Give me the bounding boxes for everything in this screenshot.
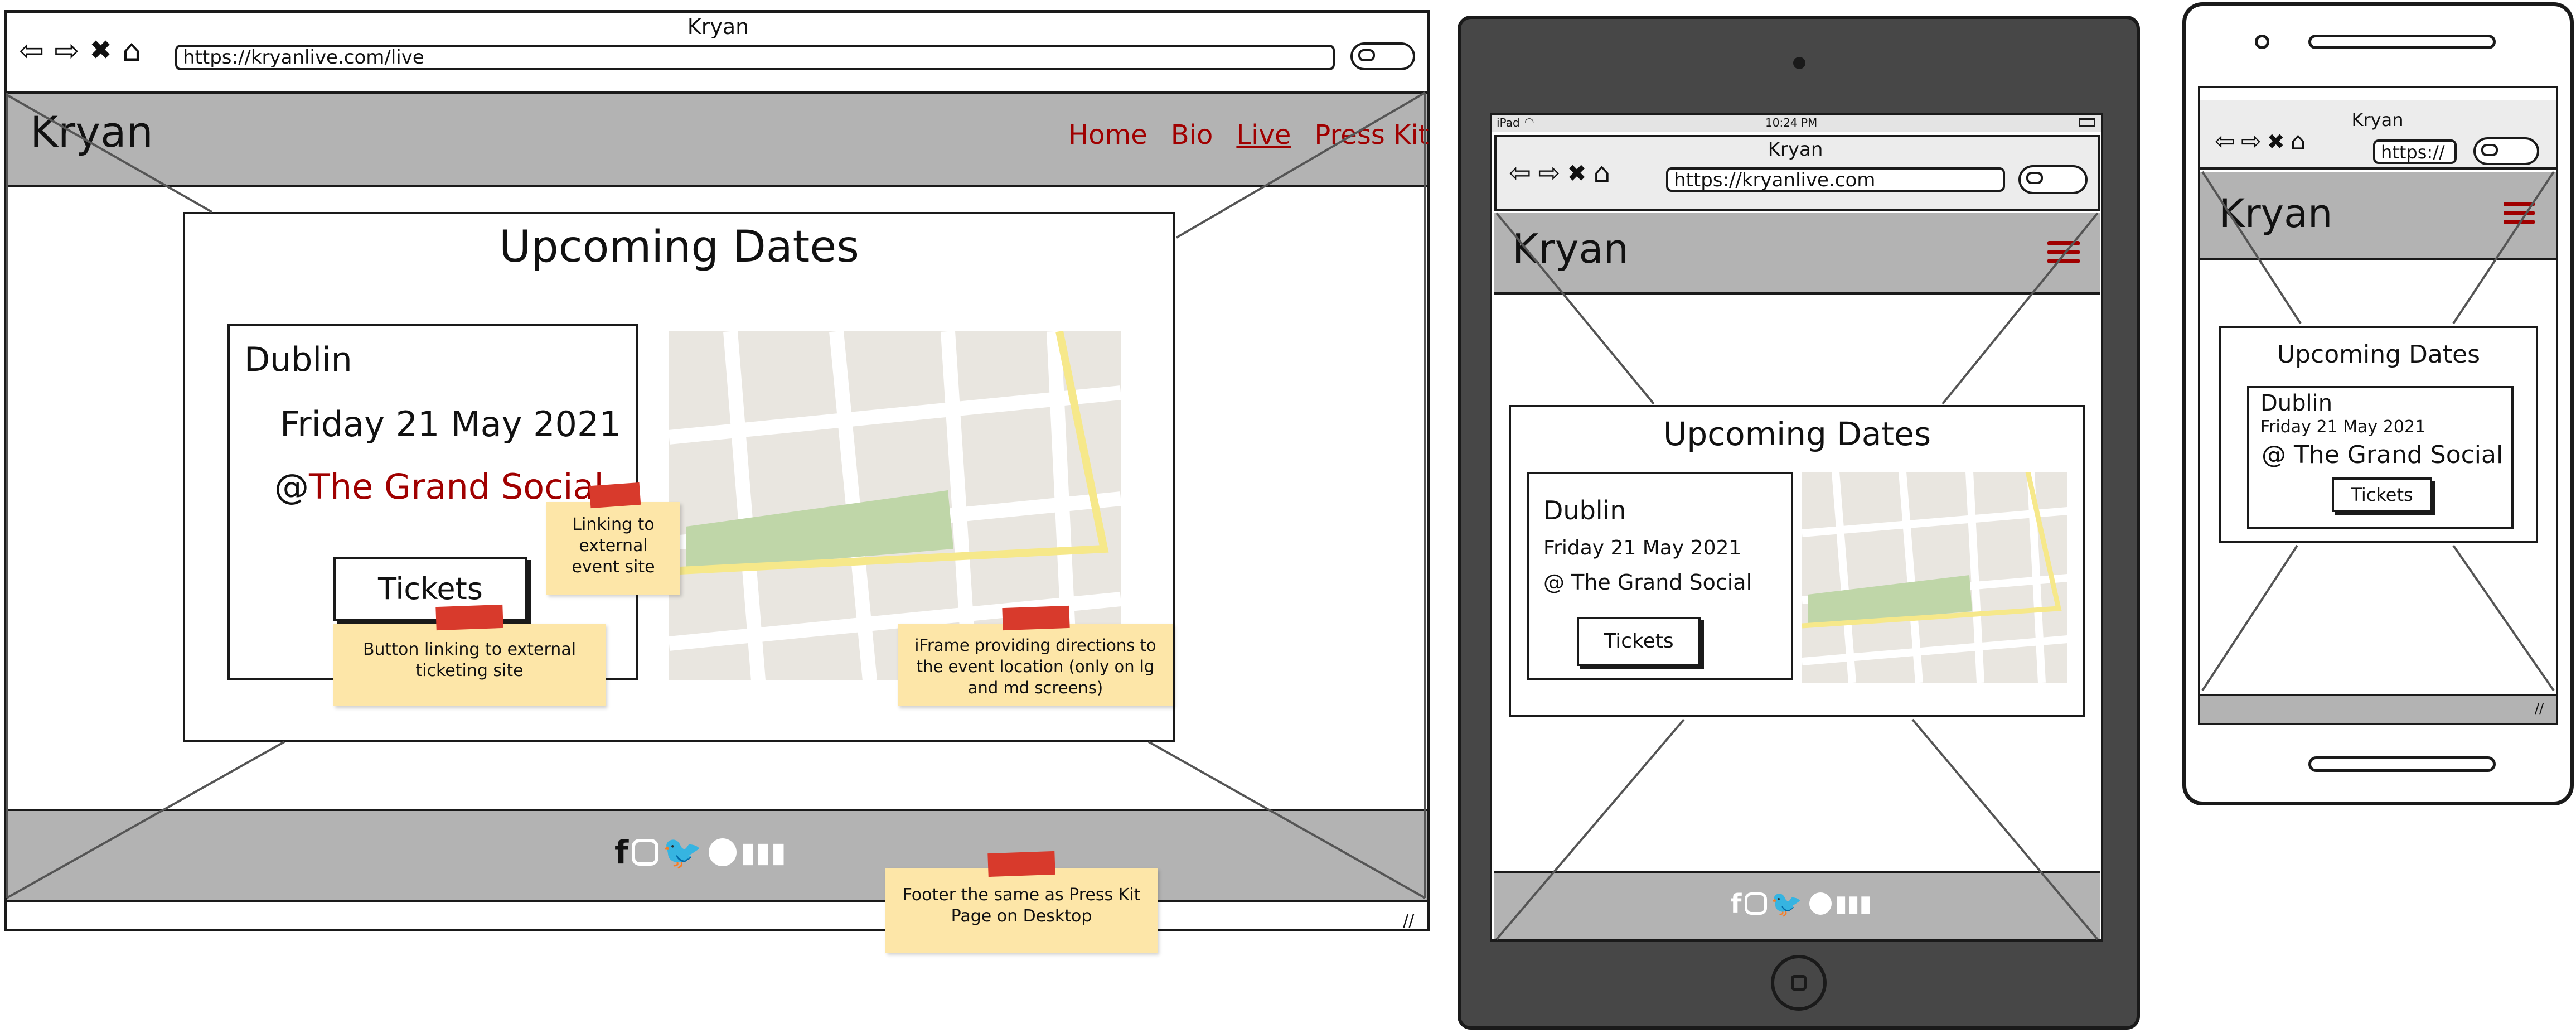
tablet-status-bar: iPad ◠ 10:24 PM	[1492, 115, 2101, 132]
phone-address-bar[interactable]: https://	[2373, 139, 2457, 164]
tape-strip	[987, 851, 1055, 877]
at-symbol: @	[274, 466, 309, 507]
browser-nav-controls: ⇦ ⇨ ✖ ⌂	[19, 33, 141, 68]
home-icon[interactable]: ⌂	[122, 33, 141, 68]
nav-live[interactable]: Live	[1236, 119, 1291, 151]
phone-hamburger-menu-icon[interactable]	[2504, 202, 2535, 229]
event-venue-line: @The Grand Social	[274, 466, 604, 507]
spotify-icon[interactable]	[1809, 892, 1832, 915]
back-icon[interactable]: ⇦	[2215, 127, 2235, 156]
search-field[interactable]	[1350, 42, 1415, 70]
browser-title: Kryan	[687, 15, 749, 39]
forward-icon[interactable]: ⇨	[1538, 157, 1560, 189]
nav-home[interactable]: Home	[1068, 119, 1147, 151]
brand-logo[interactable]: Kryan	[30, 107, 153, 157]
tablet-address-bar[interactable]: https://kryanlive.com	[1666, 167, 2005, 192]
section-title: Upcoming Dates	[499, 222, 859, 272]
tablet-social-icons: f 🐦 ▮▮▮	[1706, 887, 1896, 920]
main-nav: Home Bio Live Press Kit	[1068, 119, 1429, 151]
nav-press-kit[interactable]: Press Kit	[1314, 119, 1429, 151]
device-label: iPad	[1497, 116, 1520, 129]
wifi-icon: ◠	[1524, 115, 1534, 128]
venue-link[interactable]: The Grand Social	[309, 466, 604, 507]
instagram-icon[interactable]	[632, 839, 659, 866]
tablet-map-graphic	[1802, 472, 2067, 683]
address-bar[interactable]: https://kryanlive.com/live	[175, 45, 1335, 70]
stop-icon[interactable]: ✖	[1567, 160, 1586, 187]
facebook-icon[interactable]: f	[614, 833, 628, 871]
phone-event-city: Dublin	[2260, 390, 2333, 416]
phone-browser-title: Kryan	[2351, 109, 2404, 131]
spotify-icon[interactable]	[709, 838, 737, 866]
home-icon[interactable]: ⌂	[2291, 127, 2306, 156]
tablet-event-venue[interactable]: @ The Grand Social	[1543, 570, 1752, 595]
tape-strip	[435, 604, 503, 631]
deezer-icon[interactable]: ▮▮▮	[740, 836, 786, 868]
home-icon[interactable]: ⌂	[1594, 157, 1610, 189]
tablet-map-iframe[interactable]	[1802, 472, 2067, 683]
back-icon[interactable]: ⇦	[1509, 157, 1531, 189]
phone-search-field[interactable]	[2473, 137, 2539, 165]
phone-event-venue[interactable]: @ The Grand Social	[2262, 441, 2503, 469]
stop-icon[interactable]: ✖	[2267, 129, 2285, 154]
forward-icon[interactable]: ⇨	[54, 33, 79, 68]
nav-bio[interactable]: Bio	[1171, 119, 1213, 151]
phone-section-title: Upcoming Dates	[2277, 340, 2481, 369]
twitter-icon[interactable]: 🐦	[1770, 889, 1802, 919]
battery-icon	[2079, 118, 2095, 127]
phone-event-date: Friday 21 May 2021	[2260, 417, 2426, 437]
home-button-icon[interactable]	[1771, 955, 1827, 1011]
tape-strip	[589, 482, 641, 509]
phone-nav-controls: ⇦ ⇨ ✖ ⌂	[2215, 127, 2306, 156]
note-tickets: Button linking to external ticketing sit…	[333, 624, 606, 706]
note-footer: Footer the same as Press Kit Page on Des…	[885, 868, 1158, 953]
facebook-icon[interactable]: f	[1730, 889, 1741, 919]
event-date: Friday 21 May 2021	[280, 404, 621, 445]
camera-icon	[1793, 57, 1805, 69]
tablet-browser-title: Kryan	[1768, 138, 1823, 161]
forward-icon[interactable]: ⇨	[2241, 127, 2262, 156]
tablet-event-date: Friday 21 May 2021	[1543, 537, 1742, 559]
tablet-search-field[interactable]	[2018, 165, 2088, 194]
note-venue-link: Linking to external event site	[546, 502, 680, 595]
phone-brand-logo[interactable]: Kryan	[2219, 191, 2332, 236]
phone-footer	[2200, 694, 2556, 723]
deezer-icon[interactable]: ▮▮▮	[1835, 891, 1872, 916]
back-icon[interactable]: ⇦	[19, 33, 44, 68]
clock: 10:24 PM	[1765, 116, 1818, 129]
tablet-brand-logo[interactable]: Kryan	[1512, 225, 1629, 272]
tablet-tickets-button[interactable]: Tickets	[1577, 617, 1701, 666]
tablet-nav-controls: ⇦ ⇨ ✖ ⌂	[1509, 157, 1610, 189]
note-iframe: iFrame providing directions to the event…	[898, 624, 1173, 706]
tape-strip	[1002, 605, 1070, 631]
phone-tickets-button[interactable]: Tickets	[2332, 477, 2432, 512]
hamburger-menu-icon[interactable]	[2047, 241, 2080, 268]
phone-resize-grip-icon[interactable]: //	[2535, 701, 2544, 716]
phone-camera-icon	[2255, 35, 2269, 49]
phone-home-bar-icon[interactable]	[2308, 756, 2496, 772]
tablet-section-title: Upcoming Dates	[1663, 415, 1931, 453]
event-city: Dublin	[244, 340, 352, 379]
stop-icon[interactable]: ✖	[90, 35, 112, 66]
social-icons: f 🐦 ▮▮▮	[589, 830, 812, 875]
phone-speaker-icon	[2308, 35, 2496, 49]
resize-grip-icon[interactable]: //	[1403, 911, 1414, 931]
twitter-icon[interactable]: 🐦	[662, 833, 702, 872]
tablet-event-city: Dublin	[1543, 495, 1626, 525]
instagram-icon[interactable]	[1745, 892, 1768, 915]
desktop-wireframe: Kryan ⇦ ⇨ ✖ ⌂ https://kryanlive.com/live…	[4, 10, 1430, 931]
